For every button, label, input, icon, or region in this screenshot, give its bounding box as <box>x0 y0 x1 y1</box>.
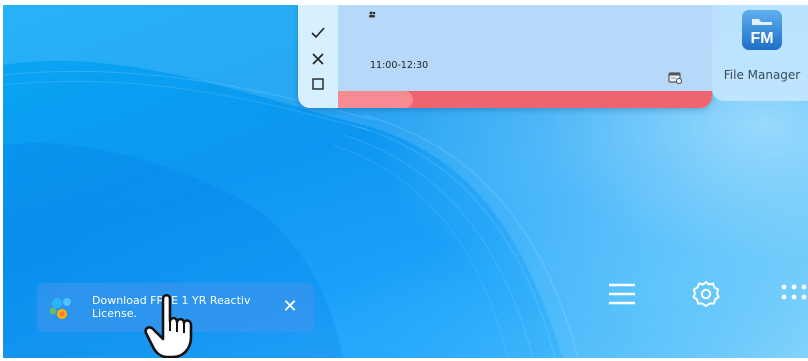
calendar-icon[interactable] <box>668 69 683 88</box>
task-card[interactable]: 11:00-12:30 <box>298 5 712 108</box>
file-manager-icon-text: FM <box>750 30 773 47</box>
task-time: 11:00-12:30 <box>370 60 429 71</box>
task-progress-bar <box>338 91 712 108</box>
menu-icon[interactable] <box>607 281 637 307</box>
file-manager-app[interactable]: FM File Manager <box>712 5 808 101</box>
pointer-hand-icon <box>144 293 193 358</box>
close-icon[interactable] <box>307 50 329 68</box>
check-icon[interactable] <box>307 24 329 42</box>
home-screen: 11:00-12:30 FM File Manager Download 1 Y… <box>3 5 808 358</box>
task-content[interactable]: 11:00-12:30 <box>338 5 712 91</box>
file-manager-label: File Manager <box>723 68 801 82</box>
square-icon[interactable] <box>307 75 329 93</box>
app-badge-icon <box>49 298 71 319</box>
settings-icon[interactable] <box>691 279 721 309</box>
apps-grid-icon[interactable] <box>779 283 808 305</box>
task-progress-fill <box>338 91 413 108</box>
task-actions <box>298 5 338 108</box>
close-icon[interactable]: ✕ <box>280 297 300 317</box>
file-manager-icon: FM <box>742 10 782 50</box>
people-icon <box>368 11 376 20</box>
